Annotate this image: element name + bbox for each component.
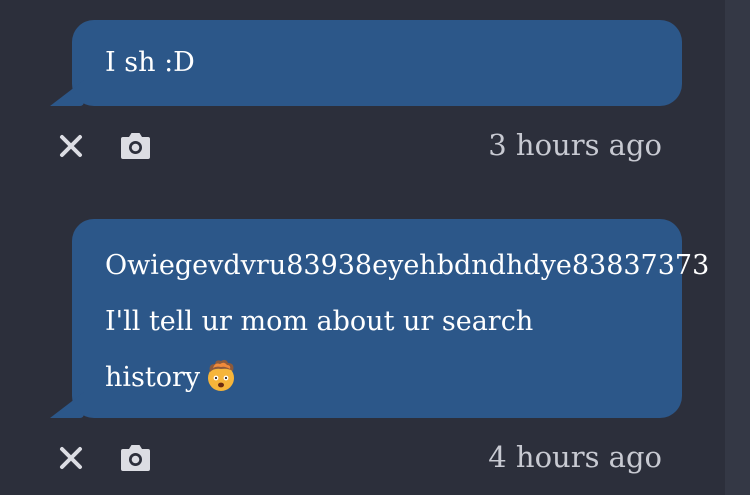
camera-icon[interactable] <box>118 443 153 473</box>
message-text-line: I sh :D <box>105 47 195 78</box>
message-meta: 4 hours ago <box>0 437 725 477</box>
message-text-line: Owiegevdvru83938eyehbdndhdye83837373 <box>105 250 710 281</box>
close-icon[interactable] <box>57 444 85 472</box>
message-timestamp: 4 hours ago <box>488 440 662 474</box>
scrollbar-track[interactable] <box>725 0 750 495</box>
message-meta: 3 hours ago <box>0 125 725 165</box>
message-timestamp: 3 hours ago <box>488 128 662 162</box>
message-text-line-with-emoji: history <box>105 350 682 406</box>
message-text: history <box>105 362 201 393</box>
message-text-line: I'll tell ur mom about ur search <box>105 306 534 337</box>
exploding-head-emoji-icon <box>208 359 235 391</box>
message-bubble[interactable]: I sh :D <box>72 20 682 106</box>
message-bubble[interactable]: Owiegevdvru83938eyehbdndhdye83837373 I'l… <box>72 219 710 418</box>
close-icon[interactable] <box>57 132 85 160</box>
camera-icon[interactable] <box>118 131 153 161</box>
